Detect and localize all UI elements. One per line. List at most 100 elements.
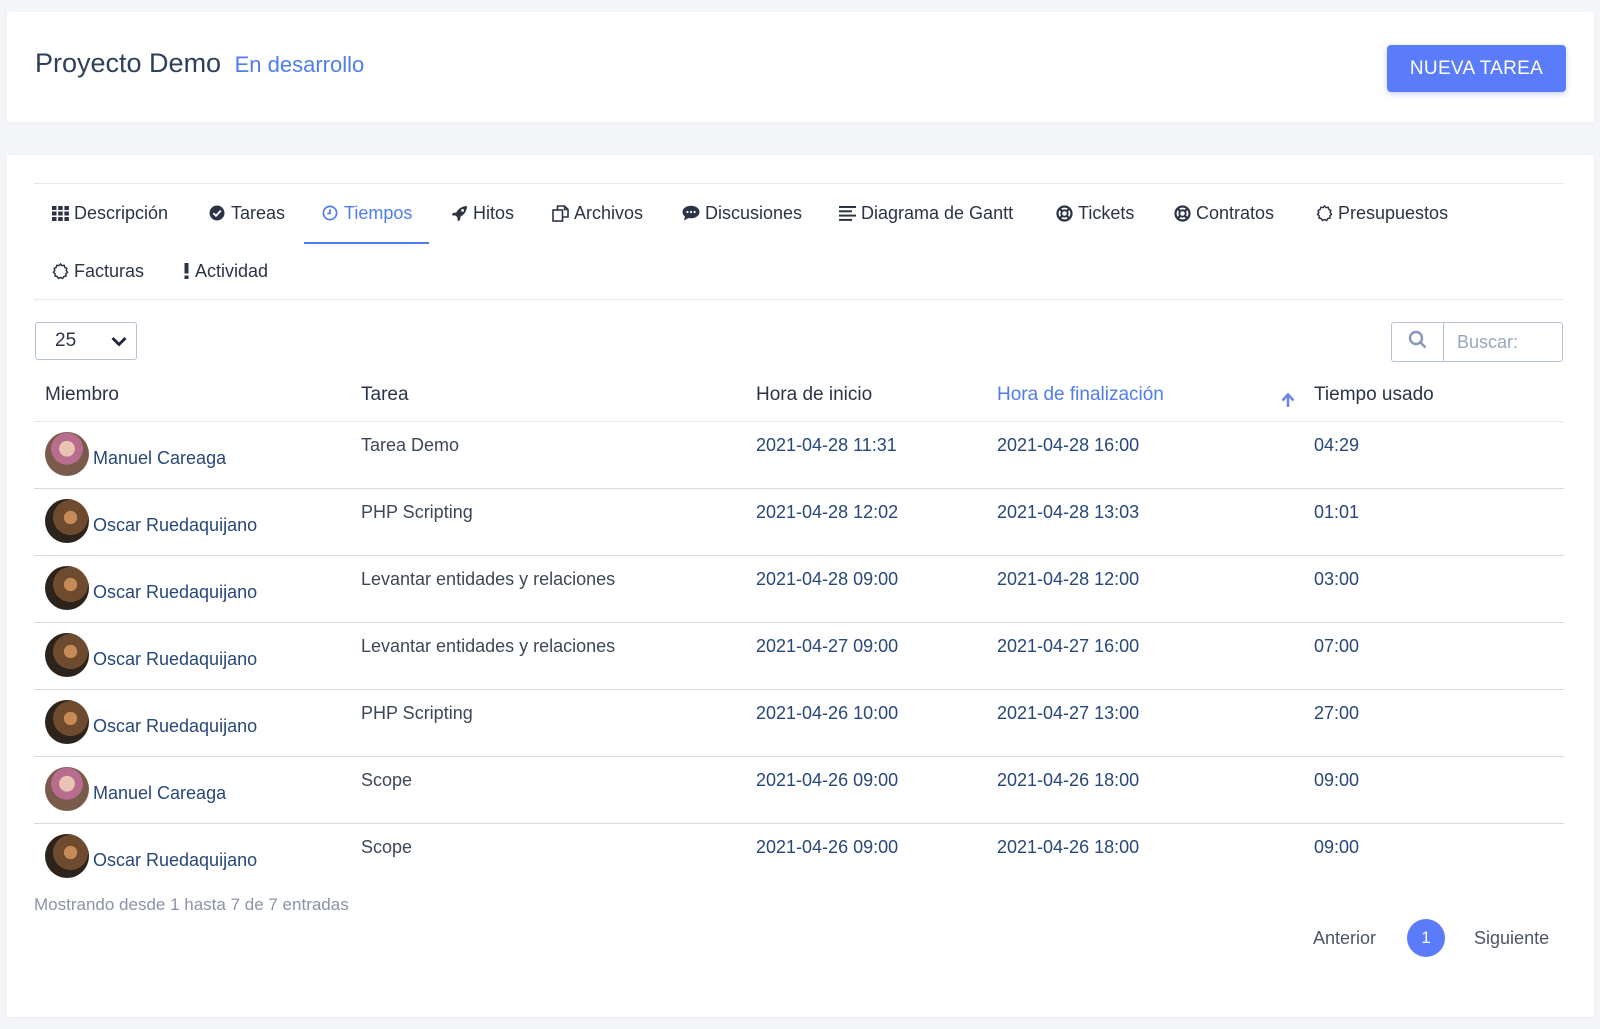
member-link[interactable]: Oscar Ruedaquijano bbox=[93, 515, 257, 536]
timesheet-panel: Descripción Tareas Tiempos Hitos Archivo… bbox=[7, 155, 1594, 1017]
member-cell: Oscar Ruedaquijano bbox=[34, 689, 361, 757]
avatar bbox=[45, 833, 89, 878]
tab-facturas[interactable]: Facturas bbox=[34, 242, 161, 300]
task-cell: PHP Scripting bbox=[361, 488, 756, 556]
project-tabs: Descripción Tareas Tiempos Hitos Archivo… bbox=[34, 183, 1564, 300]
time-used-cell: 07:00 bbox=[1314, 622, 1564, 690]
member-cell: Oscar Ruedaquijano bbox=[34, 488, 361, 556]
tab-actividad[interactable]: Actividad bbox=[165, 242, 285, 300]
time-used-cell: 03:00 bbox=[1314, 555, 1564, 623]
exclamation-icon bbox=[182, 262, 190, 280]
page-length-select[interactable]: 25 bbox=[35, 322, 137, 360]
tab-label: Discusiones bbox=[705, 202, 803, 223]
avatar bbox=[45, 498, 89, 543]
tab-label: Hitos bbox=[473, 202, 515, 223]
column-tarea[interactable]: Tarea bbox=[361, 370, 756, 422]
previous-page-button[interactable]: Anterior bbox=[1313, 928, 1376, 949]
list-icon bbox=[838, 204, 856, 222]
grid-icon bbox=[51, 204, 69, 222]
tab-descripcion[interactable]: Descripción bbox=[34, 184, 185, 242]
rocket-icon bbox=[450, 204, 468, 222]
tab-gantt[interactable]: Diagrama de Gantt bbox=[821, 184, 1030, 242]
table-row: Manuel Careaga Tarea Demo 2021-04-28 11:31… bbox=[34, 421, 1564, 489]
table-row: Oscar Ruedaquijano Scope 2021-04-26 09:00 2… bbox=[34, 823, 1564, 890]
lifebuoy-icon bbox=[1173, 204, 1191, 222]
sort-ascending-icon bbox=[1280, 392, 1296, 414]
time-used-cell: 04:29 bbox=[1314, 421, 1564, 489]
end-time-cell: 2021-04-26 18:00 bbox=[997, 756, 1314, 824]
next-page-button[interactable]: Siguiente bbox=[1474, 928, 1549, 949]
clock-icon bbox=[321, 204, 339, 222]
tab-tiempos[interactable]: Tiempos bbox=[304, 184, 430, 244]
tab-label: Tickets bbox=[1078, 202, 1135, 223]
tab-tareas[interactable]: Tareas bbox=[191, 184, 302, 242]
tab-tickets[interactable]: Tickets bbox=[1038, 184, 1151, 242]
lifebuoy-icon bbox=[1055, 204, 1073, 222]
table-row: Oscar Ruedaquijano PHP Scripting 2021-04-2… bbox=[34, 689, 1564, 757]
table-header-row: Miembro Tarea Hora de inicio Hora de fin… bbox=[34, 370, 1564, 422]
chevron-down-icon bbox=[110, 332, 128, 356]
avatar bbox=[45, 766, 89, 811]
task-cell: Levantar entidades y relaciones bbox=[361, 555, 756, 623]
member-cell: Manuel Careaga bbox=[34, 756, 361, 824]
column-tiempo-usado[interactable]: Tiempo usado bbox=[1314, 370, 1564, 422]
chat-icon bbox=[682, 204, 700, 222]
project-header: Proyecto Demo En desarrollo NUEVA TAREA bbox=[7, 12, 1594, 122]
time-used-cell: 01:01 bbox=[1314, 488, 1564, 556]
tab-label: Actividad bbox=[195, 260, 269, 281]
task-cell: Scope bbox=[361, 756, 756, 824]
end-time-cell: 2021-04-28 12:00 bbox=[997, 555, 1314, 623]
page-button-1[interactable]: 1 bbox=[1407, 919, 1446, 957]
member-cell: Oscar Ruedaquijano bbox=[34, 823, 361, 890]
tab-hitos[interactable]: Hitos bbox=[433, 184, 531, 242]
column-hora-finalizacion[interactable]: Hora de finalización bbox=[997, 370, 1314, 422]
time-used-cell: 27:00 bbox=[1314, 689, 1564, 757]
tab-label: Diagrama de Gantt bbox=[861, 202, 1014, 223]
search-icon bbox=[1408, 330, 1427, 354]
files-icon bbox=[551, 204, 569, 222]
table-row: Oscar Ruedaquijano PHP Scripting 2021-04-2… bbox=[34, 488, 1564, 556]
tab-label: Descripción bbox=[74, 202, 169, 223]
search-box bbox=[1391, 322, 1563, 362]
member-link[interactable]: Oscar Ruedaquijano bbox=[93, 716, 257, 737]
project-name: Proyecto Demo bbox=[35, 48, 222, 78]
column-miembro[interactable]: Miembro bbox=[34, 370, 361, 422]
end-time-cell: 2021-04-27 13:00 bbox=[997, 689, 1314, 757]
tab-label: Facturas bbox=[74, 260, 145, 281]
member-link[interactable]: Manuel Careaga bbox=[93, 783, 226, 804]
tab-label: Contratos bbox=[1196, 202, 1275, 223]
column-label: Hora de finalización bbox=[997, 384, 1164, 406]
tab-presupuestos[interactable]: Presupuestos bbox=[1298, 184, 1465, 242]
table-row: Oscar Ruedaquijano Levantar entidades y r… bbox=[34, 622, 1564, 690]
tab-label: Archivos bbox=[574, 202, 644, 223]
start-time-cell: 2021-04-26 10:00 bbox=[756, 689, 997, 757]
tab-discusiones[interactable]: Discusiones bbox=[665, 184, 819, 242]
member-link[interactable]: Oscar Ruedaquijano bbox=[93, 850, 257, 871]
tab-label: Tiempos bbox=[344, 202, 413, 223]
avatar bbox=[45, 699, 89, 744]
member-link[interactable]: Oscar Ruedaquijano bbox=[93, 649, 257, 670]
start-time-cell: 2021-04-27 09:00 bbox=[756, 622, 997, 690]
member-link[interactable]: Manuel Careaga bbox=[93, 448, 226, 469]
tab-archivos[interactable]: Archivos bbox=[534, 184, 660, 242]
start-time-cell: 2021-04-28 09:00 bbox=[756, 555, 997, 623]
avatar bbox=[45, 431, 89, 476]
start-time-cell: 2021-04-28 11:31 bbox=[756, 421, 997, 489]
search-button[interactable] bbox=[1392, 323, 1444, 361]
member-link[interactable]: Oscar Ruedaquijano bbox=[93, 582, 257, 603]
start-time-cell: 2021-04-26 09:00 bbox=[756, 836, 899, 857]
check-circle-icon bbox=[208, 204, 226, 222]
tab-contratos[interactable]: Contratos bbox=[1156, 184, 1291, 242]
column-hora-inicio[interactable]: Hora de inicio bbox=[756, 370, 997, 422]
new-task-button[interactable]: NUEVA TAREA bbox=[1387, 45, 1566, 92]
start-time-cell: 2021-04-26 09:00 bbox=[756, 756, 997, 824]
search-input[interactable] bbox=[1444, 323, 1562, 361]
timesheet-table: Miembro Tarea Hora de inicio Hora de fin… bbox=[34, 370, 1564, 890]
time-used-cell: 09:00 bbox=[1314, 836, 1360, 857]
page-title: Proyecto Demo En desarrollo bbox=[35, 48, 364, 79]
project-status: En desarrollo bbox=[234, 52, 365, 77]
page-length-value: 25 bbox=[55, 330, 77, 351]
time-used-cell: 09:00 bbox=[1314, 756, 1564, 824]
task-cell: Levantar entidades y relaciones bbox=[361, 622, 756, 690]
end-time-cell: 2021-04-28 16:00 bbox=[997, 421, 1314, 489]
